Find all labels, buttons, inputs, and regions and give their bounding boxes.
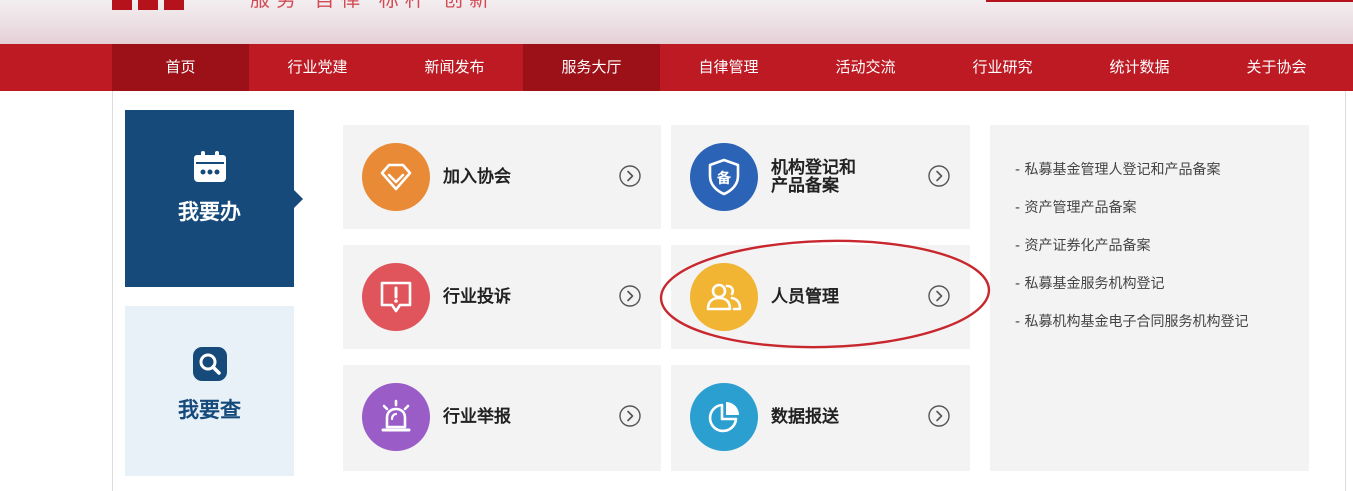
chevron-right-circle-icon[interactable] <box>619 285 641 307</box>
main-nav: 首页 行业党建 新闻发布 服务大厅 自律管理 活动交流 行业研究 统计数据 关于… <box>0 44 1353 101</box>
link-fund-service-institution-registration[interactable]: - 私募基金服务机构登记 <box>1015 271 1309 309</box>
alert-icon <box>362 263 430 331</box>
card-registration-label-line2: 产品备案 <box>771 176 839 196</box>
registration-links-panel: - 私募基金管理人登记和产品备案 - 资产管理产品备案 - 资产证券化产品备案 … <box>990 125 1309 471</box>
chevron-right-circle-icon[interactable] <box>928 165 950 187</box>
card-registration[interactable]: 备 机构登记和 产品备案 <box>671 125 970 229</box>
top-banner: 服务 自律 标杆 创新 <box>0 0 1353 44</box>
card-join-label: 加入协会 <box>443 167 511 187</box>
people-icon <box>690 263 758 331</box>
tab-query[interactable]: 我要查 <box>125 306 294 476</box>
nav-item-news[interactable]: 新闻发布 <box>386 44 523 91</box>
nav-item-service-hall[interactable]: 服务大厅 <box>523 44 660 101</box>
link-asset-management-product-filing[interactable]: - 资产管理产品备案 <box>1015 195 1309 233</box>
card-data-submission[interactable]: 数据报送 <box>671 365 970 471</box>
diamond-icon <box>362 143 430 211</box>
svg-text:备: 备 <box>716 170 732 187</box>
shield-bei-icon: 备 <box>690 143 758 211</box>
nav-item-party[interactable]: 行业党建 <box>249 44 386 91</box>
tab-todo-label: 我要办 <box>178 200 241 224</box>
card-industry-complaint[interactable]: 行业投诉 <box>343 245 661 349</box>
calendar-icon <box>193 151 226 182</box>
card-registration-label: 机构登记和 产品备案 <box>771 125 941 229</box>
card-personnel-management[interactable]: 人员管理 <box>671 245 970 349</box>
nav-item-statistics[interactable]: 统计数据 <box>1071 44 1208 91</box>
nav-item-activities[interactable]: 活动交流 <box>797 44 934 91</box>
chevron-right-circle-icon[interactable] <box>928 405 950 427</box>
card-personnel-label: 人员管理 <box>771 287 839 307</box>
banner-slogan: 服务 自律 标杆 创新 <box>250 0 495 10</box>
alarm-icon <box>362 383 430 451</box>
card-report-label: 行业举报 <box>443 407 511 427</box>
card-registration-label-line1: 机构登记和 <box>771 158 856 178</box>
pie-chart-icon <box>690 383 758 451</box>
chevron-right-circle-icon[interactable] <box>619 165 641 187</box>
nav-item-home[interactable]: 首页 <box>112 44 249 91</box>
search-icon <box>192 347 227 381</box>
link-e-contract-service-registration[interactable]: - 私募机构基金电子合同服务机构登记 <box>1015 309 1309 347</box>
card-complaint-label: 行业投诉 <box>443 287 511 307</box>
nav-item-research[interactable]: 行业研究 <box>934 44 1071 91</box>
chevron-right-circle-icon[interactable] <box>928 285 950 307</box>
link-private-fund-manager-registration[interactable]: - 私募基金管理人登记和产品备案 <box>1015 157 1309 195</box>
link-abs-product-filing[interactable]: - 资产证券化产品备案 <box>1015 233 1309 271</box>
card-join-association[interactable]: 加入协会 <box>343 125 661 229</box>
tab-query-label: 我要查 <box>178 398 241 422</box>
card-industry-report[interactable]: 行业举报 <box>343 365 661 471</box>
tab-todo[interactable]: 我要办 <box>125 110 303 287</box>
nav-item-self-regulation[interactable]: 自律管理 <box>660 44 797 91</box>
nav-item-about[interactable]: 关于协会 <box>1208 44 1345 91</box>
card-data-submit-label: 数据报送 <box>771 407 839 427</box>
chevron-right-circle-icon[interactable] <box>619 405 641 427</box>
search-button[interactable] <box>1276 0 1353 2</box>
site-logo[interactable] <box>112 0 184 10</box>
search-input[interactable] <box>986 0 1276 2</box>
